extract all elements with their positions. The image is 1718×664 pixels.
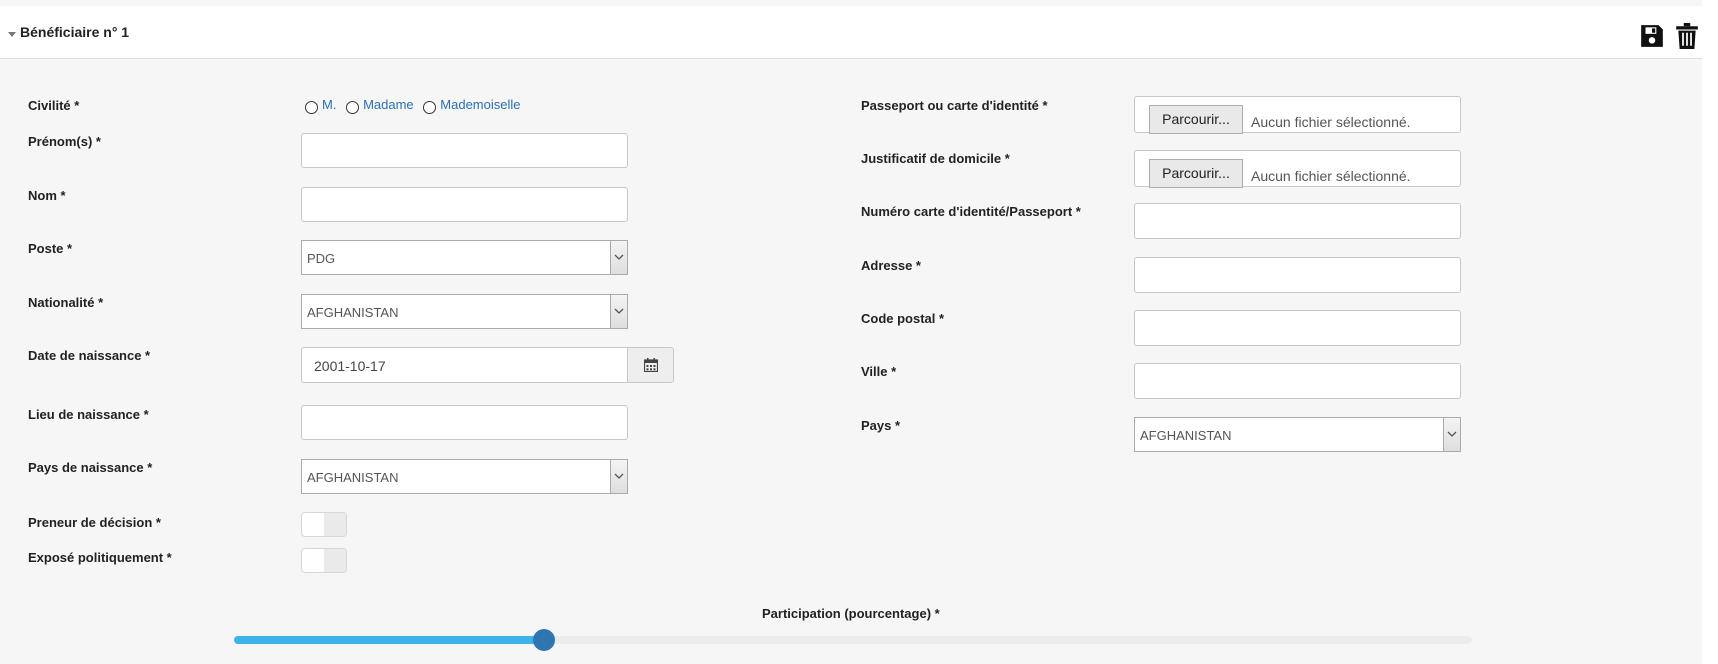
panel-title: Bénéficiaire n° 1 [20,24,130,40]
radio-mademoiselle-circle[interactable] [423,101,437,114]
expose-politiquement-label: Exposé politiquement * [28,550,172,565]
date-naissance-label: Date de naissance * [28,348,151,363]
chevron-down-icon[interactable] [610,460,627,493]
nationalite-label: Nationalité * [28,295,104,310]
radio-m-label[interactable]: M. [322,97,336,112]
poste-select[interactable]: PDG [301,240,628,275]
radio-m[interactable]: M. [305,97,336,114]
justificatif-file-status: Aucun fichier sélectionné. [1251,168,1411,184]
passeport-file-status: Aucun fichier sélectionné. [1251,114,1411,130]
ville-label: Ville * [861,364,897,379]
poste-label: Poste * [28,241,73,256]
pays-value: AFGHANISTAN [1140,428,1232,443]
lieu-naissance-label: Lieu de naissance * [28,407,149,422]
prenom-label: Prénom(s) * [28,134,101,149]
prenom-input[interactable] [301,133,628,168]
code-postal-input[interactable] [1134,310,1461,346]
pays-naissance-value: AFGHANISTAN [307,470,399,485]
justificatif-browse-button[interactable]: Parcourir... [1149,159,1243,188]
toggle-knob [324,513,346,536]
beneficiary-panel-header[interactable]: Bénéficiaire n° 1 [0,6,1702,59]
justificatif-label: Justificatif de domicile * [861,151,1010,166]
passeport-label: Passeport ou carte d'identité * [861,98,1048,113]
slider-handle[interactable] [532,629,555,651]
pays-naissance-label: Pays de naissance * [28,460,153,475]
justificatif-file-input[interactable]: Parcourir... Aucun fichier sélectionné. [1134,150,1461,188]
nationalite-select[interactable]: AFGHANISTAN [301,294,628,329]
trash-icon[interactable] [1675,23,1701,49]
preneur-decision-toggle[interactable] [301,512,347,537]
date-naissance-input[interactable]: 2001-10-17 [301,347,674,383]
radio-madame-label[interactable]: Madame [363,97,414,112]
code-postal-label: Code postal * [861,311,945,326]
pays-label: Pays * [861,418,901,433]
chevron-down-icon[interactable] [1443,418,1460,451]
numero-carte-label: Numéro carte d'identité/Passeport * [861,204,1081,219]
date-naissance-value: 2001-10-17 [314,358,386,374]
participation-slider[interactable] [234,629,1472,651]
radio-m-circle[interactable] [305,101,318,114]
pays-naissance-select[interactable]: AFGHANISTAN [301,459,628,494]
poste-value: PDG [307,251,336,266]
numero-carte-input[interactable] [1134,203,1461,239]
radio-mademoiselle[interactable]: Mademoiselle [423,97,520,114]
slider-fill [234,636,544,644]
radio-mademoiselle-label[interactable]: Mademoiselle [440,97,520,112]
participation-label: Participation (pourcentage) * [762,606,940,621]
chevron-down-icon[interactable] [610,295,627,328]
calendar-icon[interactable] [627,348,673,382]
passeport-file-input[interactable]: Parcourir... Aucun fichier sélectionné. [1134,96,1461,134]
expose-politiquement-toggle[interactable] [301,548,347,573]
lieu-naissance-input[interactable] [301,405,628,440]
passeport-browse-button[interactable]: Parcourir... [1149,105,1243,134]
radio-madame[interactable]: Madame [346,97,414,114]
pays-select[interactable]: AFGHANISTAN [1134,417,1461,452]
civilite-label: Civilité * [28,98,80,113]
ville-input[interactable] [1134,363,1461,399]
save-icon[interactable] [1639,23,1665,49]
preneur-decision-label: Preneur de décision * [28,515,161,530]
civilite-radio-group: M. Madame Mademoiselle [305,97,526,114]
adresse-label: Adresse * [861,258,921,273]
collapse-caret-icon[interactable] [8,32,16,37]
nom-label: Nom * [28,188,66,203]
nom-input[interactable] [301,187,628,222]
scroll-gutter [1702,0,1718,664]
toggle-knob [324,549,346,572]
chevron-down-icon[interactable] [610,241,627,274]
radio-madame-circle[interactable] [346,101,360,114]
adresse-input[interactable] [1134,257,1461,293]
nationalite-value: AFGHANISTAN [307,305,399,320]
